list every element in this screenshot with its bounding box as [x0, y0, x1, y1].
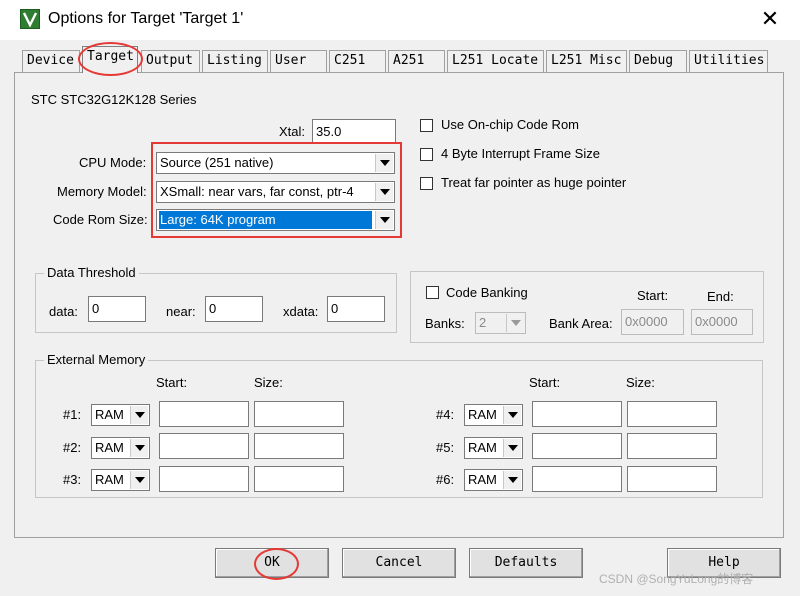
- close-icon[interactable]: ✕: [758, 6, 782, 32]
- cpu-mode-label: CPU Mode:: [79, 155, 147, 170]
- xtal-label: Xtal:: [279, 124, 306, 139]
- chevron-down-icon[interactable]: [503, 406, 521, 424]
- ext-row-4-size-input[interactable]: [627, 401, 717, 427]
- chevron-down-icon[interactable]: [503, 439, 521, 457]
- chevron-down-icon[interactable]: [506, 314, 524, 332]
- banks-value: 2: [479, 315, 487, 330]
- title-bar: Options for Target 'Target 1' ✕: [0, 0, 800, 40]
- xdata-input[interactable]: 0: [327, 296, 385, 322]
- ext-row-6-start-input[interactable]: [532, 466, 622, 492]
- bank-start-input[interactable]: 0x0000: [621, 309, 684, 335]
- data-label: data:: [49, 304, 78, 319]
- ext-row-6-type-value: RAM: [468, 472, 497, 487]
- ext-row-5-size-input[interactable]: [627, 433, 717, 459]
- tab-a251[interactable]: A251: [388, 50, 445, 72]
- defaults-button[interactable]: Defaults: [469, 548, 583, 578]
- tab-l251-misc[interactable]: L251 Misc: [546, 50, 627, 72]
- bank-end-input[interactable]: 0x0000: [691, 309, 753, 335]
- xtal-input[interactable]: 35.0: [312, 119, 396, 143]
- ext-row-2-size-input[interactable]: [254, 433, 344, 459]
- device-series-label: STC STC32G12K128 Series: [31, 92, 197, 107]
- ext-row-4-type-select[interactable]: RAM: [464, 404, 523, 426]
- cancel-button[interactable]: Cancel: [342, 548, 456, 578]
- ext-row-4-type-value: RAM: [468, 407, 497, 422]
- ext-start-label-left: Start:: [156, 375, 188, 390]
- bank-end-label: End:: [707, 289, 734, 304]
- tab-device[interactable]: Device: [22, 50, 80, 72]
- ext-row-2-start-input[interactable]: [159, 433, 249, 459]
- ext-row-2-label: #2:: [63, 440, 82, 455]
- tab-user[interactable]: User: [270, 50, 327, 72]
- ext-row-5-label: #5:: [436, 440, 455, 455]
- interrupt-frame-checkbox[interactable]: [420, 148, 433, 161]
- ext-row-2-type-value: RAM: [95, 440, 124, 455]
- ext-row-1-size-input[interactable]: [254, 401, 344, 427]
- code-banking-label: Code Banking: [446, 285, 528, 300]
- data-input[interactable]: 0: [88, 296, 146, 322]
- data-threshold-title: Data Threshold: [44, 265, 139, 280]
- ok-button-highlight: [254, 548, 299, 580]
- code-rom-size-label: Code Rom Size:: [53, 212, 148, 227]
- ext-row-5-type-select[interactable]: RAM: [464, 437, 523, 459]
- code-banking-checkbox[interactable]: [426, 286, 439, 299]
- far-pointer-label: Treat far pointer as huge pointer: [441, 175, 627, 190]
- ext-row-5-type-value: RAM: [468, 440, 497, 455]
- csdn-watermark: CSDN @SongYuLong的博客: [599, 572, 754, 586]
- chevron-down-icon[interactable]: [130, 439, 148, 457]
- far-pointer-checkbox[interactable]: [420, 177, 433, 190]
- ext-start-label-right: Start:: [529, 375, 561, 390]
- ext-size-label-right: Size:: [626, 375, 655, 390]
- tab-c251[interactable]: C251: [329, 50, 386, 72]
- tab-debug[interactable]: Debug: [629, 50, 687, 72]
- external-memory-title: External Memory: [44, 352, 149, 367]
- settings-highlight-box: [151, 142, 402, 238]
- chevron-down-icon[interactable]: [130, 471, 148, 489]
- ext-row-2-type-select[interactable]: RAM: [91, 437, 150, 459]
- tab-l251-locate[interactable]: L251 Locate: [447, 50, 544, 72]
- ext-row-3-size-input[interactable]: [254, 466, 344, 492]
- ext-row-1-start-input[interactable]: [159, 401, 249, 427]
- ext-row-3-type-value: RAM: [95, 472, 124, 487]
- bank-start-label: Start:: [637, 288, 669, 303]
- memory-model-label: Memory Model:: [57, 184, 147, 199]
- interrupt-frame-label: 4 Byte Interrupt Frame Size: [441, 146, 600, 161]
- banks-select[interactable]: 2: [475, 312, 526, 334]
- ext-row-6-type-select[interactable]: RAM: [464, 469, 523, 491]
- ext-size-label-left: Size:: [254, 375, 283, 390]
- xdata-label: xdata:: [283, 304, 319, 319]
- chevron-down-icon[interactable]: [130, 406, 148, 424]
- ext-row-3-start-input[interactable]: [159, 466, 249, 492]
- tab-utilities[interactable]: Utilities: [689, 50, 768, 72]
- window-title: Options for Target 'Target 1': [48, 10, 244, 27]
- use-onchip-rom-label: Use On-chip Code Rom: [441, 117, 579, 132]
- uvision-app-icon: [20, 9, 40, 29]
- ext-row-1-type-value: RAM: [95, 407, 124, 422]
- near-label: near:: [166, 304, 196, 319]
- ext-row-4-label: #4:: [436, 407, 455, 422]
- ext-row-1-label: #1:: [63, 407, 82, 422]
- target-tab-highlight: [78, 42, 143, 76]
- ext-row-3-type-select[interactable]: RAM: [91, 469, 150, 491]
- near-input[interactable]: 0: [205, 296, 263, 322]
- chevron-down-icon[interactable]: [503, 471, 521, 489]
- ext-row-6-label: #6:: [436, 472, 455, 487]
- ext-row-4-start-input[interactable]: [532, 401, 622, 427]
- bank-area-label: Bank Area:: [549, 316, 613, 331]
- use-onchip-rom-checkbox[interactable]: [420, 119, 433, 132]
- tab-listing[interactable]: Listing: [202, 50, 268, 72]
- banks-label: Banks:: [425, 316, 465, 331]
- ext-row-1-type-select[interactable]: RAM: [91, 404, 150, 426]
- ext-row-3-label: #3:: [63, 472, 82, 487]
- ext-row-5-start-input[interactable]: [532, 433, 622, 459]
- ext-row-6-size-input[interactable]: [627, 466, 717, 492]
- tab-output[interactable]: Output: [141, 50, 200, 72]
